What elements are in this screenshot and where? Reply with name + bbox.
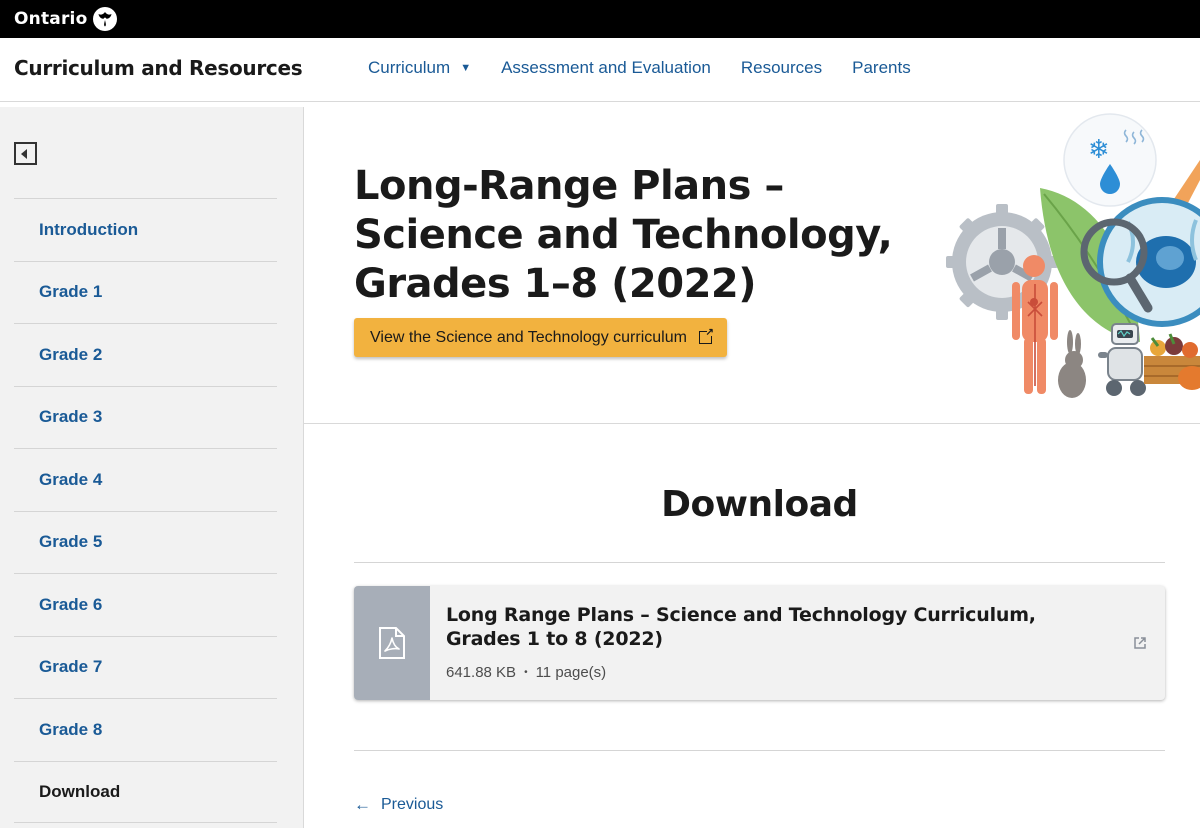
file-title: Long Range Plans – Science and Technolog… bbox=[446, 604, 1036, 650]
robot-icon bbox=[1098, 323, 1146, 396]
sidebar-item-introduction[interactable]: Introduction bbox=[14, 198, 277, 261]
nav-resources[interactable]: Resources bbox=[741, 58, 822, 78]
svg-text:❄: ❄ bbox=[1088, 135, 1110, 165]
sidebar-list: Introduction Grade 1 Grade 2 Grade 3 Gra… bbox=[14, 198, 277, 823]
site-title[interactable]: Curriculum and Resources bbox=[14, 56, 303, 80]
ontario-wordmark: Ontario bbox=[14, 9, 88, 29]
meta-separator: • bbox=[524, 667, 528, 678]
page-title: Long-Range Plans – Science and Technolog… bbox=[354, 163, 893, 307]
government-bar: Ontario bbox=[0, 0, 1200, 38]
arrow-left-icon: ← bbox=[354, 795, 371, 814]
science-illustration: ❄ bbox=[946, 113, 1200, 398]
file-meta: 641.88 KB • 11 page(s) bbox=[446, 664, 606, 681]
sidebar-item-grade-7[interactable]: Grade 7 bbox=[14, 635, 277, 699]
external-link-icon bbox=[1133, 636, 1147, 655]
sidebar-item-grade-6[interactable]: Grade 6 bbox=[14, 573, 277, 636]
view-curriculum-button[interactable]: View the Science and Technology curricul… bbox=[354, 318, 727, 357]
main-nav: Curriculum ▼ Assessment and Evaluation R… bbox=[368, 58, 941, 78]
nav-curriculum-label: Curriculum bbox=[368, 58, 451, 77]
sidebar-item-grade-2[interactable]: Grade 2 bbox=[14, 323, 277, 386]
file-pages: 11 page(s) bbox=[535, 664, 607, 681]
nav-curriculum[interactable]: Curriculum ▼ bbox=[368, 58, 471, 78]
sidebar-item-grade-1[interactable]: Grade 1 bbox=[14, 260, 277, 324]
nav-assessment[interactable]: Assessment and Evaluation bbox=[501, 58, 711, 78]
rabbit-icon bbox=[1058, 330, 1086, 398]
divider bbox=[354, 750, 1165, 751]
collapse-sidebar-icon[interactable] bbox=[14, 142, 37, 165]
external-link-icon: ↗ bbox=[698, 328, 715, 344]
weather-bubble-icon: ❄ bbox=[1063, 113, 1157, 207]
file-download-card[interactable]: Long Range Plans – Science and Technolog… bbox=[354, 586, 1165, 700]
sidebar-item-download[interactable]: Download bbox=[14, 760, 277, 823]
ontario-logo[interactable]: Ontario bbox=[14, 7, 118, 31]
site-header: Curriculum and Resources Curriculum ▼ As… bbox=[0, 38, 1200, 102]
view-curriculum-label: View the Science and Technology curricul… bbox=[370, 328, 687, 346]
chevron-down-icon: ▼ bbox=[460, 62, 472, 74]
sidebar-item-grade-3[interactable]: Grade 3 bbox=[14, 385, 277, 449]
sidebar-item-grade-4[interactable]: Grade 4 bbox=[14, 448, 277, 511]
divider bbox=[354, 562, 1165, 563]
sidebar-item-grade-5[interactable]: Grade 5 bbox=[14, 510, 277, 574]
hero-section: Long-Range Plans – Science and Technolog… bbox=[304, 102, 1200, 424]
previous-label: Previous bbox=[381, 796, 444, 813]
file-size: 641.88 KB bbox=[446, 664, 517, 681]
download-heading: Download bbox=[661, 484, 858, 525]
nav-parents[interactable]: Parents bbox=[852, 58, 911, 78]
sidebar-item-grade-8[interactable]: Grade 8 bbox=[14, 698, 277, 761]
previous-link[interactable]: ← Previous bbox=[354, 795, 443, 815]
trillium-icon bbox=[93, 7, 118, 31]
sidebar: Introduction Grade 1 Grade 2 Grade 3 Gra… bbox=[0, 107, 304, 828]
vegetable-crate-icon bbox=[1144, 333, 1200, 390]
pdf-file-icon bbox=[354, 586, 430, 700]
